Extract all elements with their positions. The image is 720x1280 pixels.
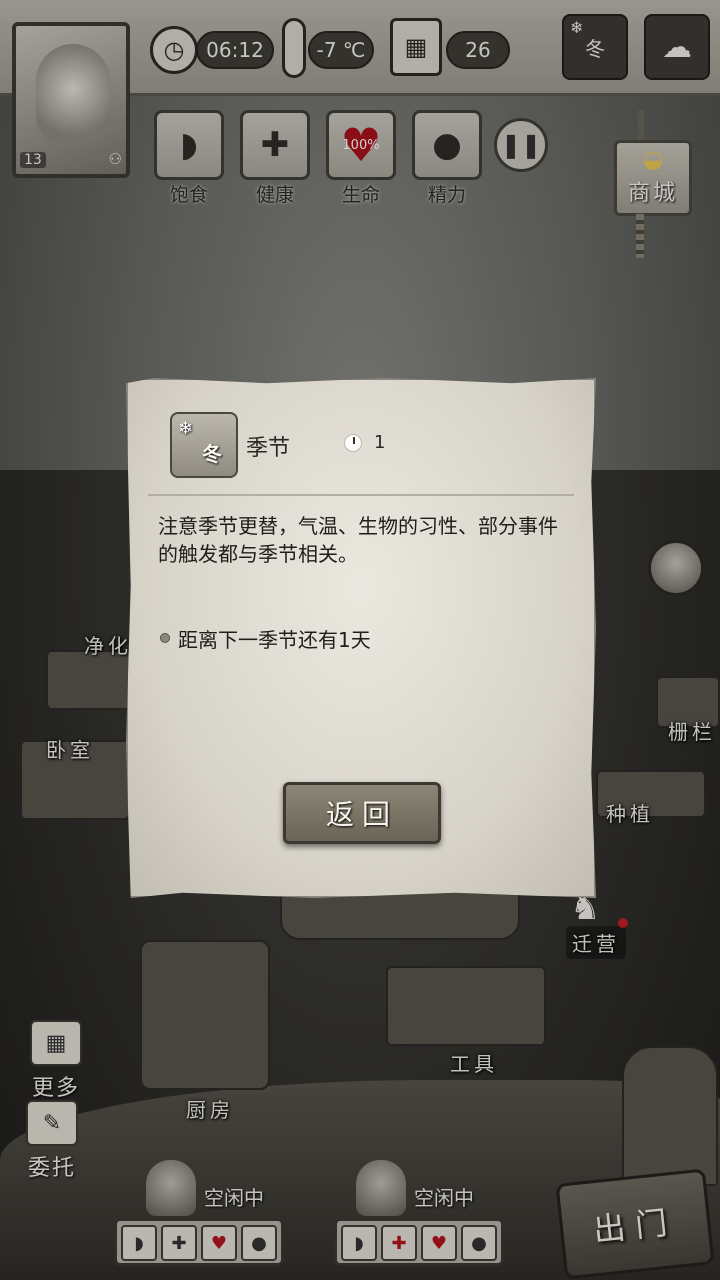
next-season-info: 距离下一季节还有1天: [178, 628, 371, 652]
back-button[interactable]: 返回: [283, 782, 441, 844]
season-count: 1: [374, 432, 386, 453]
season-dialog: ❄ 冬 季节 1 注意季节更替，气温、生物的习性、部分事件的触发都与季节相关。 …: [126, 378, 596, 898]
clock-icon: [344, 434, 362, 452]
bullet-icon: [160, 633, 170, 643]
dialog-divider: [148, 494, 574, 496]
season-icon-text: 冬: [202, 441, 222, 466]
dialog-title: 季节: [246, 436, 291, 461]
winter-season-icon: ❄ 冬: [170, 412, 238, 478]
dialog-description: 注意季节更替，气温、生物的习性、部分事件的触发都与季节相关。: [158, 514, 558, 566]
snowflake-icon: ❄: [178, 418, 194, 439]
